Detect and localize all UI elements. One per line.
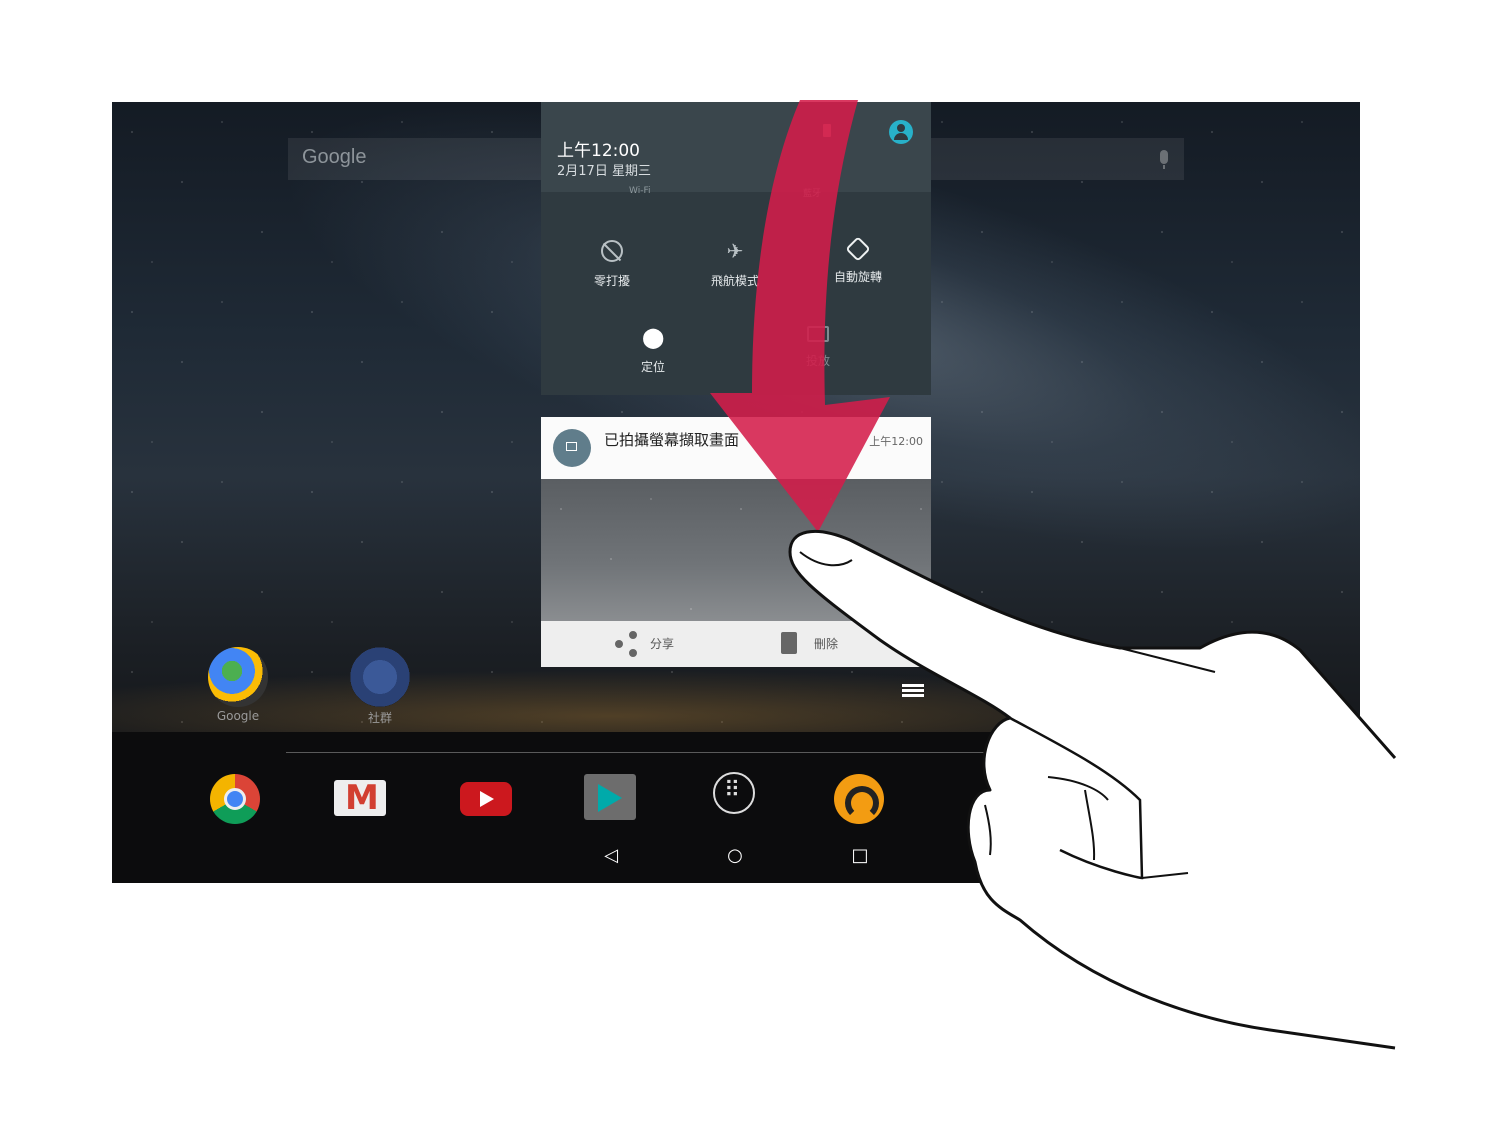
tile-location[interactable]: ⬤ 定位 xyxy=(598,326,708,375)
app-folder-social[interactable]: 社群 xyxy=(330,647,430,726)
image-icon xyxy=(553,429,591,467)
notification-header[interactable]: 已拍攝螢幕擷取畫面 上午12:00 xyxy=(541,417,931,479)
app-label: 社群 xyxy=(367,711,392,725)
gmail-icon[interactable] xyxy=(334,778,386,818)
chrome-icon[interactable] xyxy=(210,774,260,824)
cast-icon xyxy=(807,326,829,342)
youtube-icon[interactable] xyxy=(460,782,512,816)
app-folder-google[interactable]: Google xyxy=(188,647,288,723)
google-maps-folder-icon xyxy=(208,647,268,707)
tile-label: 投放 xyxy=(805,354,830,368)
notification-actions: 分享 刪除 xyxy=(541,621,931,667)
bluetooth-label[interactable]: 藍牙 xyxy=(803,186,821,199)
app-launcher-icon[interactable] xyxy=(713,772,755,814)
microphone-icon[interactable] xyxy=(1160,150,1168,169)
share-icon[interactable] xyxy=(615,631,639,657)
app-label: Google xyxy=(216,709,260,723)
share-button[interactable]: 分享 xyxy=(650,635,674,652)
wifi-label[interactable]: Wi-Fi xyxy=(629,186,650,196)
notification-title: 已拍攝螢幕擷取畫面 xyxy=(604,431,740,449)
delete-button[interactable]: 刪除 xyxy=(814,635,838,652)
user-account-icon[interactable] xyxy=(889,120,913,144)
recent-apps-icon[interactable]: □ xyxy=(850,846,870,866)
screenshot-notification[interactable]: 已拍攝螢幕擷取畫面 上午12:00 分享 刪除 xyxy=(541,417,931,667)
back-icon[interactable]: ◁ xyxy=(601,846,621,866)
airplane-icon: ✈ xyxy=(726,239,744,263)
status-header: 上午12:00 2月17日 星期三 xyxy=(541,102,931,192)
dock-divider xyxy=(286,752,998,753)
google-search-bar-right[interactable] xyxy=(930,138,1184,180)
tile-do-not-disturb[interactable]: 零打擾 xyxy=(557,240,667,289)
rotate-icon xyxy=(845,236,871,262)
tablet-screen: Google Google 社群 ◁ ○ □ 上午12:00 2月17日 星期三… xyxy=(112,102,1360,883)
home-icon[interactable]: ○ xyxy=(725,846,745,866)
do-not-disturb-icon xyxy=(601,240,623,262)
tile-label: 自動旋轉 xyxy=(833,270,882,284)
quick-settings-panel: 上午12:00 2月17日 星期三 Wi-Fi 藍牙 零打擾 ✈ 飛航模式 自動… xyxy=(541,102,931,395)
tile-airplane-mode[interactable]: ✈ 飛航模式 xyxy=(680,240,790,289)
google-logo: Google xyxy=(302,146,367,168)
play-music-icon[interactable] xyxy=(834,774,884,824)
facebook-folder-icon xyxy=(350,647,410,707)
tile-cast[interactable]: 投放 xyxy=(763,326,873,369)
preview-stars xyxy=(541,479,931,621)
tile-label: 零打擾 xyxy=(593,274,630,288)
trash-icon[interactable] xyxy=(781,632,797,654)
notification-time: 上午12:00 xyxy=(869,435,923,448)
clock-time: 上午12:00 xyxy=(557,141,640,161)
clock-date: 2月17日 星期三 xyxy=(557,164,651,179)
tile-auto-rotate[interactable]: 自動旋轉 xyxy=(803,236,913,285)
widget-stack-icon[interactable] xyxy=(902,684,924,698)
tile-label: 飛航模式 xyxy=(710,274,759,288)
google-search-bar[interactable]: Google xyxy=(288,138,541,180)
play-store-icon[interactable] xyxy=(584,774,636,820)
battery-icon xyxy=(823,124,831,137)
screenshot-preview[interactable] xyxy=(541,479,931,621)
location-pin-icon: ⬤ xyxy=(642,325,665,349)
tile-label: 定位 xyxy=(640,360,665,374)
